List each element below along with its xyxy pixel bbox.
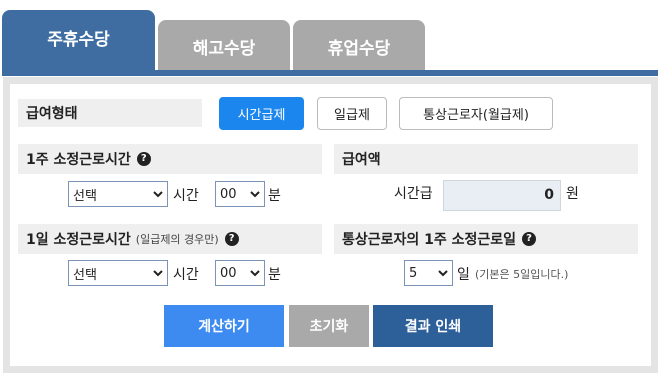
daily-minutes-select-value: 00	[220, 265, 237, 281]
weekly-minutes-unit: 분	[268, 188, 281, 204]
work-days-select-value: 5	[409, 265, 418, 281]
work-days-label: 통상근로자의 1주 소정근로일 ?	[334, 224, 638, 254]
work-days-unit: 일	[457, 267, 470, 283]
chevron-down-icon	[153, 191, 163, 198]
reset-button[interactable]: 초기화	[289, 305, 369, 347]
wage-label-text: 급여액	[342, 152, 381, 168]
wage-input[interactable]: 0	[443, 180, 561, 211]
pay-type-hourly-button[interactable]: 시간급제	[219, 97, 304, 130]
work-days-help-icon[interactable]: ?	[522, 232, 537, 246]
wage-unit: 원	[566, 186, 579, 202]
daily-hours-note: (일급제의 경우만)	[135, 233, 219, 246]
daily-hours-label-text: 1일 소정근로시간	[26, 232, 131, 248]
weekly-hours-select-value: 선택	[73, 188, 97, 204]
daily-hours-help-icon[interactable]: ?	[224, 232, 239, 246]
weekly-hours-label: 1주 소정근로시간 ?	[18, 144, 322, 174]
chevron-down-icon	[438, 270, 448, 277]
tab-weekly-allowance[interactable]: 주휴수당	[2, 10, 155, 72]
pay-type-daily-button[interactable]: 일급제	[317, 97, 387, 130]
daily-hours-unit: 시간	[173, 267, 199, 283]
weekly-minutes-select[interactable]: 00	[215, 181, 265, 207]
weekly-hours-unit: 시간	[173, 188, 199, 204]
print-result-button[interactable]: 결과 인쇄	[373, 305, 493, 347]
chevron-down-icon	[153, 270, 163, 277]
pay-type-label-text: 급여형태	[26, 106, 78, 122]
pay-type-label: 급여형태	[18, 99, 202, 127]
work-days-note: (기본은 5일입니다.)	[475, 268, 569, 281]
daily-minutes-select[interactable]: 00	[215, 260, 265, 286]
weekly-minutes-select-value: 00	[220, 186, 237, 202]
calculate-button[interactable]: 계산하기	[164, 305, 284, 347]
pay-type-monthly-button[interactable]: 통상근로자(월급제)	[399, 97, 553, 130]
daily-hours-select-value: 선택	[73, 267, 97, 283]
weekly-hours-help-icon[interactable]: ?	[136, 152, 151, 166]
weekly-hours-label-text: 1주 소정근로시간	[26, 152, 131, 168]
wage-input-value: 0	[544, 187, 554, 203]
chevron-down-icon	[250, 191, 260, 198]
weekly-hours-select[interactable]: 선택	[68, 181, 168, 207]
daily-hours-select[interactable]: 선택	[68, 260, 168, 286]
work-days-label-text: 통상근로자의 1주 소정근로일	[342, 232, 517, 248]
wage-prefix: 시간급	[394, 186, 433, 202]
tab-shutdown-allowance[interactable]: 휴업수당	[293, 20, 425, 72]
work-days-select[interactable]: 5	[404, 260, 453, 286]
daily-minutes-unit: 분	[268, 267, 281, 283]
chevron-down-icon	[250, 270, 260, 277]
daily-hours-label: 1일 소정근로시간 (일급제의 경우만) ?	[18, 224, 322, 254]
tab-underline	[2, 70, 658, 76]
tab-dismissal-allowance[interactable]: 해고수당	[158, 20, 290, 72]
wage-label: 급여액	[334, 144, 638, 174]
